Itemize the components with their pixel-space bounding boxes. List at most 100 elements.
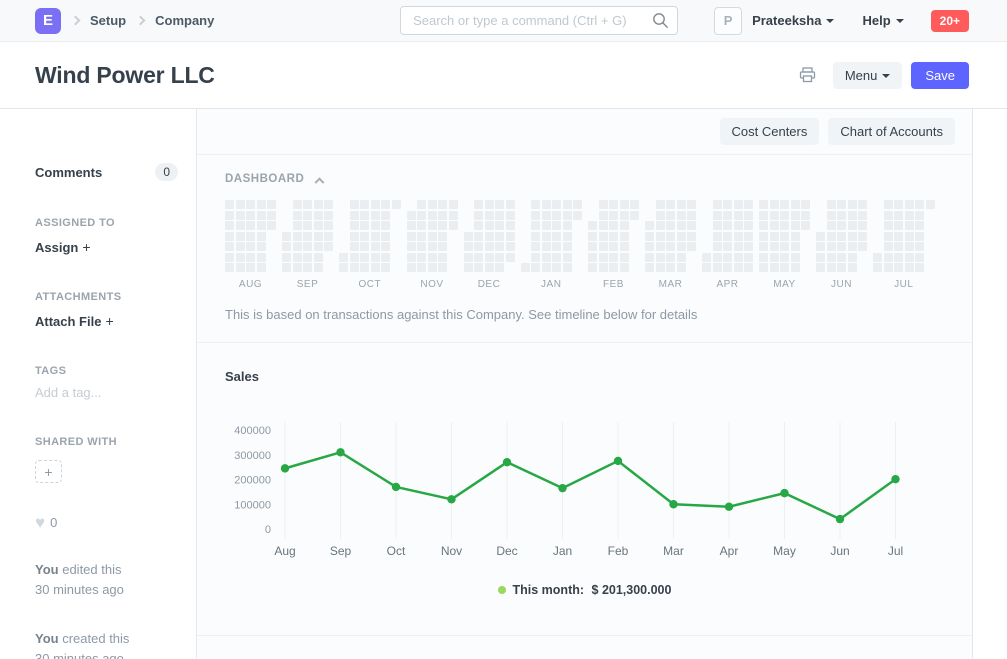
heatmap-cell[interactable] bbox=[588, 232, 597, 241]
heatmap-cell[interactable] bbox=[770, 200, 779, 209]
heatmap-cell[interactable] bbox=[599, 232, 608, 241]
heatmap-cell[interactable] bbox=[531, 232, 540, 241]
activity-created[interactable]: You created this 30 minutes ago bbox=[35, 629, 178, 659]
heatmap-cell[interactable] bbox=[827, 253, 836, 262]
heatmap-cell[interactable] bbox=[542, 242, 551, 251]
heatmap-cell[interactable] bbox=[645, 253, 654, 262]
heatmap-cell[interactable] bbox=[884, 232, 893, 241]
heatmap-cell[interactable] bbox=[552, 242, 561, 251]
heatmap-cell[interactable] bbox=[371, 232, 380, 241]
heatmap-cell[interactable] bbox=[542, 211, 551, 220]
heatmap-cell[interactable] bbox=[324, 221, 333, 230]
heatmap-cell[interactable] bbox=[506, 211, 515, 220]
heatmap-cell[interactable] bbox=[449, 200, 458, 209]
heatmap-cell[interactable] bbox=[816, 253, 825, 262]
heatmap-cell[interactable] bbox=[759, 200, 768, 209]
heatmap-cell[interactable] bbox=[506, 200, 515, 209]
heatmap-cell[interactable] bbox=[303, 200, 312, 209]
heatmap-cell[interactable] bbox=[428, 221, 437, 230]
heatmap-cell[interactable] bbox=[687, 200, 696, 209]
heatmap-cell[interactable] bbox=[293, 200, 302, 209]
cost-centers-button[interactable]: Cost Centers bbox=[720, 118, 820, 145]
heatmap-cell[interactable] bbox=[759, 221, 768, 230]
heatmap-cell[interactable] bbox=[894, 211, 903, 220]
heatmap-cell[interactable] bbox=[656, 242, 665, 251]
heatmap-cell[interactable] bbox=[438, 253, 447, 262]
heatmap-cell[interactable] bbox=[744, 221, 753, 230]
heatmap-cell[interactable] bbox=[744, 253, 753, 262]
heatmap-cell[interactable] bbox=[438, 200, 447, 209]
heatmap-cell[interactable] bbox=[894, 221, 903, 230]
heatmap-cell[interactable] bbox=[759, 232, 768, 241]
heatmap-cell[interactable] bbox=[495, 253, 504, 262]
comments-row[interactable]: Comments 0 bbox=[35, 163, 178, 181]
heatmap-cell[interactable] bbox=[282, 263, 291, 272]
heatmap-cell[interactable] bbox=[588, 253, 597, 262]
heatmap-cell[interactable] bbox=[417, 211, 426, 220]
heatmap-cell[interactable] bbox=[894, 232, 903, 241]
heatmap-cell[interactable] bbox=[599, 253, 608, 262]
heatmap-cell[interactable] bbox=[723, 232, 732, 241]
heatmap-cell[interactable] bbox=[428, 232, 437, 241]
heatmap-cell[interactable] bbox=[759, 253, 768, 262]
heatmap-cell[interactable] bbox=[723, 242, 732, 251]
heatmap-cell[interactable] bbox=[485, 253, 494, 262]
heatmap-cell[interactable] bbox=[780, 263, 789, 272]
heatmap-cell[interactable] bbox=[744, 200, 753, 209]
heatmap-cell[interactable] bbox=[257, 221, 266, 230]
heatmap-cell[interactable] bbox=[381, 211, 390, 220]
heatmap-cell[interactable] bbox=[542, 263, 551, 272]
heatmap-cell[interactable] bbox=[677, 221, 686, 230]
heatmap-cell[interactable] bbox=[858, 211, 867, 220]
heatmap-cell[interactable] bbox=[609, 232, 618, 241]
heatmap-cell[interactable] bbox=[713, 242, 722, 251]
heatmap-cell[interactable] bbox=[645, 242, 654, 251]
search-input[interactable] bbox=[400, 6, 678, 35]
heatmap-cell[interactable] bbox=[267, 211, 276, 220]
heatmap-cell[interactable] bbox=[599, 242, 608, 251]
heatmap-cell[interactable] bbox=[905, 221, 914, 230]
heatmap-cell[interactable] bbox=[791, 263, 800, 272]
heatmap-cell[interactable] bbox=[257, 211, 266, 220]
heatmap-cell[interactable] bbox=[531, 263, 540, 272]
heatmap-cell[interactable] bbox=[428, 211, 437, 220]
heatmap-cell[interactable] bbox=[381, 242, 390, 251]
chart-point[interactable] bbox=[392, 483, 400, 491]
heatmap-cell[interactable] bbox=[552, 253, 561, 262]
heatmap-cell[interactable] bbox=[713, 232, 722, 241]
heatmap-cell[interactable] bbox=[848, 232, 857, 241]
heatmap-cell[interactable] bbox=[236, 200, 245, 209]
heatmap-cell[interactable] bbox=[801, 221, 810, 230]
heatmap-cell[interactable] bbox=[620, 253, 629, 262]
heatmap-cell[interactable] bbox=[428, 263, 437, 272]
heatmap-cell[interactable] bbox=[381, 263, 390, 272]
heatmap-cell[interactable] bbox=[666, 253, 675, 262]
avatar[interactable]: P bbox=[714, 7, 742, 35]
heatmap-cell[interactable] bbox=[915, 253, 924, 262]
heatmap-cell[interactable] bbox=[816, 242, 825, 251]
activity-edited[interactable]: You edited this 30 minutes ago bbox=[35, 560, 178, 600]
heatmap-cell[interactable] bbox=[915, 221, 924, 230]
heatmap-cell[interactable] bbox=[837, 200, 846, 209]
heatmap-cell[interactable] bbox=[791, 253, 800, 262]
heatmap-cell[interactable] bbox=[666, 200, 675, 209]
app-logo-icon[interactable]: E bbox=[35, 8, 61, 34]
heatmap-cell[interactable] bbox=[495, 200, 504, 209]
heatmap-cell[interactable] bbox=[744, 232, 753, 241]
heatmap-cell[interactable] bbox=[770, 232, 779, 241]
heatmap-cell[interactable] bbox=[848, 221, 857, 230]
heatmap-cell[interactable] bbox=[485, 242, 494, 251]
heatmap-cell[interactable] bbox=[314, 200, 323, 209]
heatmap-cell[interactable] bbox=[314, 221, 323, 230]
heatmap-cell[interactable] bbox=[713, 253, 722, 262]
heatmap-cell[interactable] bbox=[350, 263, 359, 272]
heatmap-cell[interactable] bbox=[449, 221, 458, 230]
heatmap-cell[interactable] bbox=[236, 221, 245, 230]
chart-point[interactable] bbox=[281, 464, 289, 472]
heatmap-cell[interactable] bbox=[485, 263, 494, 272]
heatmap-cell[interactable] bbox=[656, 221, 665, 230]
printer-icon[interactable] bbox=[799, 67, 816, 83]
heatmap-cell[interactable] bbox=[837, 211, 846, 220]
heatmap-cell[interactable] bbox=[417, 221, 426, 230]
heatmap-cell[interactable] bbox=[837, 232, 846, 241]
